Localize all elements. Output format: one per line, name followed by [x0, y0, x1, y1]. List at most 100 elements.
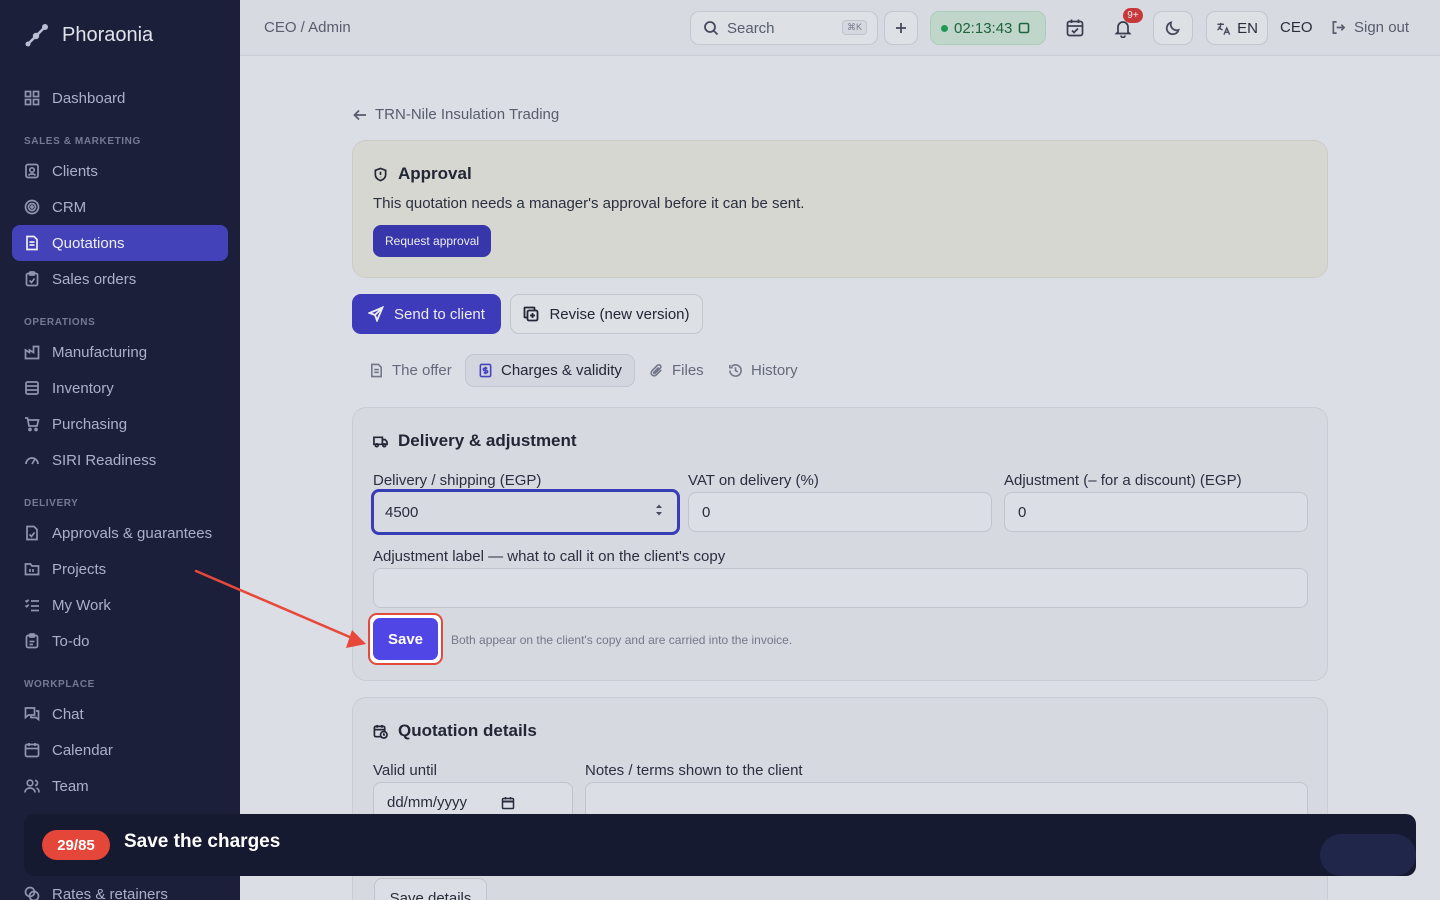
- sidebar-item-chat[interactable]: Chat: [12, 696, 228, 732]
- grid-icon: [24, 90, 40, 106]
- number-spinner-icon[interactable]: [655, 502, 663, 518]
- calendar-clock-icon: [373, 724, 388, 739]
- stop-icon[interactable]: [1018, 22, 1030, 34]
- help-fab[interactable]: [1320, 834, 1416, 876]
- add-button[interactable]: [884, 11, 918, 45]
- factory-icon: [24, 345, 40, 360]
- theme-toggle[interactable]: [1153, 11, 1193, 45]
- gauge-icon: [25, 457, 39, 465]
- save-details-button[interactable]: Save details: [374, 878, 487, 900]
- search-input[interactable]: Search ⌘K: [690, 11, 878, 45]
- vat-value: 0: [702, 503, 711, 521]
- sidebar-item-calendar[interactable]: Calendar: [12, 732, 228, 768]
- sidebar-item-siri-readiness[interactable]: SIRI Readiness: [12, 442, 228, 478]
- vat-label: VAT on delivery (%): [688, 472, 819, 489]
- sidebar-item-manufacturing[interactable]: Manufacturing: [12, 334, 228, 370]
- request-approval-button[interactable]: Request approval: [373, 225, 492, 257]
- sidebar-item-label: Team: [52, 777, 89, 795]
- sidebar-item-sales-orders[interactable]: Sales orders: [12, 261, 228, 297]
- tour-step-bar: 29/85 Save the charges: [24, 814, 1416, 876]
- sidebar-section-sales: SALES & MARKETING: [24, 136, 141, 147]
- sidebar-item-label: Purchasing: [52, 415, 128, 433]
- quotation-details-title: Quotation details: [373, 721, 537, 741]
- logo-icon: [25, 24, 48, 47]
- calendar-button[interactable]: [1065, 18, 1085, 43]
- tab-the-offer[interactable]: The offer: [357, 354, 464, 387]
- moon-icon: [1165, 21, 1180, 36]
- sidebar-item-label: Inventory: [52, 379, 114, 397]
- clipboard-check-icon: [25, 633, 39, 649]
- tab-charges-validity[interactable]: Charges & validity: [465, 354, 635, 387]
- sidebar-item-label: SIRI Readiness: [52, 451, 157, 469]
- delivery-title: Delivery & adjustment: [373, 431, 577, 451]
- save-charges-button[interactable]: Save: [373, 618, 438, 660]
- send-to-client-button[interactable]: Send to client: [352, 294, 501, 334]
- logout-icon: [1332, 21, 1346, 34]
- revise-button[interactable]: Revise (new version): [510, 294, 703, 334]
- language-code: EN: [1237, 19, 1258, 37]
- topbar: CEO / Admin Search ⌘K 02:13:43 9+ EN CEO…: [240, 0, 1440, 56]
- recording-dot: [941, 24, 948, 32]
- sidebar-item-inventory[interactable]: Inventory: [12, 370, 228, 406]
- back-link[interactable]: TRN-Nile Insulation Trading: [353, 106, 559, 123]
- calendar-icon[interactable]: [501, 796, 515, 810]
- tab-files[interactable]: Files: [637, 354, 716, 387]
- tab-label: History: [751, 362, 798, 379]
- vat-input[interactable]: 0: [688, 492, 992, 532]
- time-tracker[interactable]: 02:13:43: [930, 11, 1046, 45]
- brand[interactable]: Phoraonia: [24, 22, 153, 48]
- brand-name: Phoraonia: [62, 23, 154, 46]
- tab-history[interactable]: History: [716, 354, 810, 387]
- sign-out-button[interactable]: Sign out: [1331, 19, 1409, 36]
- sidebar-item-to-do[interactable]: To-do: [12, 623, 228, 659]
- paperclip-icon: [650, 364, 662, 377]
- send-icon: [368, 306, 385, 322]
- plus-icon: [896, 23, 906, 33]
- shipping-input[interactable]: 4500: [371, 489, 680, 535]
- shipping-label: Delivery / shipping (EGP): [373, 472, 542, 489]
- target-icon: [24, 199, 40, 215]
- calendar-check-icon: [1066, 19, 1084, 37]
- timer-value: 02:13:43: [954, 19, 1013, 37]
- users-icon: [24, 779, 40, 793]
- approval-message: This quotation needs a manager's approva…: [373, 195, 805, 212]
- sidebar-section-workplace: WORKPLACE: [24, 679, 95, 690]
- sidebar-item-my-work[interactable]: My Work: [12, 587, 228, 623]
- sidebar-item-clients[interactable]: Clients: [12, 153, 228, 189]
- sidebar-item-label: Clients: [52, 162, 98, 180]
- sidebar-item-purchasing[interactable]: Purchasing: [12, 406, 228, 442]
- notes-label: Notes / terms shown to the client: [585, 762, 803, 779]
- contact-icon: [25, 163, 39, 179]
- sidebar-item-label: CRM: [52, 198, 87, 216]
- coins-icon: [24, 886, 40, 900]
- quotation-details-title-text: Quotation details: [398, 721, 537, 740]
- tour-step-title: Save the charges: [124, 831, 281, 852]
- language-switcher[interactable]: EN: [1206, 11, 1268, 45]
- valid-until-label: Valid until: [373, 762, 437, 779]
- sidebar-item-approvals[interactable]: Approvals & guarantees: [12, 515, 228, 551]
- file-text-icon: [371, 363, 382, 378]
- tab-label: The offer: [392, 362, 452, 379]
- sidebar-item-rates-retainers[interactable]: Rates & retainers: [12, 876, 228, 900]
- adjustment-value: 0: [1018, 503, 1027, 521]
- delivery-adjustment-card: Delivery & adjustment Delivery / shippin…: [352, 407, 1328, 681]
- sidebar-item-dashboard[interactable]: Dashboard: [12, 80, 228, 116]
- adjustment-input[interactable]: 0: [1004, 492, 1308, 532]
- sidebar-item-quotations[interactable]: Quotations: [12, 225, 228, 261]
- history-icon: [729, 364, 742, 377]
- user-role[interactable]: CEO: [1280, 19, 1313, 36]
- list-check-icon: [24, 599, 39, 612]
- valid-until-placeholder: dd/mm/yyyy: [387, 793, 468, 811]
- sidebar-item-crm[interactable]: CRM: [12, 189, 228, 225]
- dollar-doc-icon: [479, 363, 492, 378]
- sidebar-item-label: Chat: [52, 705, 84, 723]
- copy-plus-icon: [524, 306, 539, 322]
- shield-icon: [374, 167, 387, 181]
- translate-icon: [1217, 22, 1231, 35]
- sidebar-item-team[interactable]: Team: [12, 768, 228, 804]
- breadcrumb: CEO / Admin: [264, 19, 351, 36]
- adjustment-name-input[interactable]: [373, 568, 1308, 608]
- tour-step-counter: 29/85: [42, 830, 110, 860]
- sidebar-item-projects[interactable]: Projects: [12, 551, 228, 587]
- sidebar: Phoraonia Dashboard SALES & MARKETING Cl…: [0, 0, 240, 900]
